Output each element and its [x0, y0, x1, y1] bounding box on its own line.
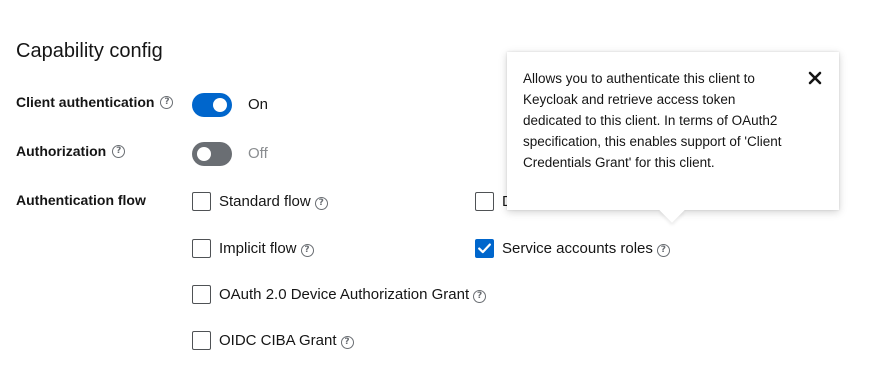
section-title: Capability config [16, 40, 163, 62]
standard-flow-label: Standard flow [219, 193, 311, 210]
help-icon[interactable]: ? [300, 243, 314, 257]
oidc-ciba-grant-label: OIDC CIBA Grant [219, 332, 337, 349]
oidc-ciba-grant-option[interactable]: OIDC CIBA Grant ? [192, 331, 354, 350]
client-authentication-label-group: Client authentication ? [16, 94, 174, 110]
authentication-flow-label-group: Authentication flow [16, 192, 146, 208]
authorization-label-group: Authorization ? [16, 143, 126, 159]
authentication-flow-label: Authentication flow [16, 192, 146, 208]
oauth-device-grant-option[interactable]: OAuth 2.0 Device Authorization Grant ? [192, 285, 487, 304]
help-tooltip: Allows you to authenticate this client t… [507, 52, 839, 223]
help-icon[interactable]: ? [340, 335, 354, 349]
oidc-ciba-grant-checkbox[interactable] [192, 331, 211, 350]
direct-access-checkbox[interactable] [475, 192, 494, 211]
help-icon[interactable]: ? [160, 95, 174, 109]
implicit-flow-checkbox[interactable] [192, 239, 211, 258]
client-authentication-label: Client authentication [16, 94, 155, 110]
standard-flow-option[interactable]: Standard flow ? [192, 192, 328, 211]
service-accounts-roles-checkbox[interactable] [475, 239, 494, 258]
implicit-flow-label: Implicit flow [219, 240, 297, 257]
oauth-device-grant-checkbox[interactable] [192, 285, 211, 304]
oauth-device-grant-label: OAuth 2.0 Device Authorization Grant [219, 286, 470, 303]
switch-knob [197, 147, 211, 161]
help-icon[interactable]: ? [473, 289, 487, 303]
switch-knob [213, 98, 227, 112]
help-icon[interactable]: ? [112, 144, 126, 158]
authorization-label: Authorization [16, 143, 107, 159]
standard-flow-checkbox[interactable] [192, 192, 211, 211]
checkmark-icon [478, 243, 491, 254]
tooltip-text: Allows you to authenticate this client t… [523, 71, 782, 170]
implicit-flow-option[interactable]: Implicit flow ? [192, 239, 314, 258]
client-authentication-state: On [248, 96, 269, 113]
close-icon-glyph [808, 71, 822, 85]
authorization-switch[interactable] [192, 142, 232, 166]
service-accounts-roles-label: Service accounts roles [502, 240, 653, 257]
capability-config-page: Capability config Client authentication … [0, 0, 872, 385]
help-icon[interactable]: ? [656, 243, 670, 257]
close-icon[interactable] [807, 70, 823, 86]
help-icon[interactable]: ? [314, 196, 328, 210]
authorization-state: Off [248, 145, 268, 162]
service-accounts-roles-option[interactable]: Service accounts roles ? [475, 239, 670, 258]
client-authentication-switch[interactable] [192, 93, 232, 117]
